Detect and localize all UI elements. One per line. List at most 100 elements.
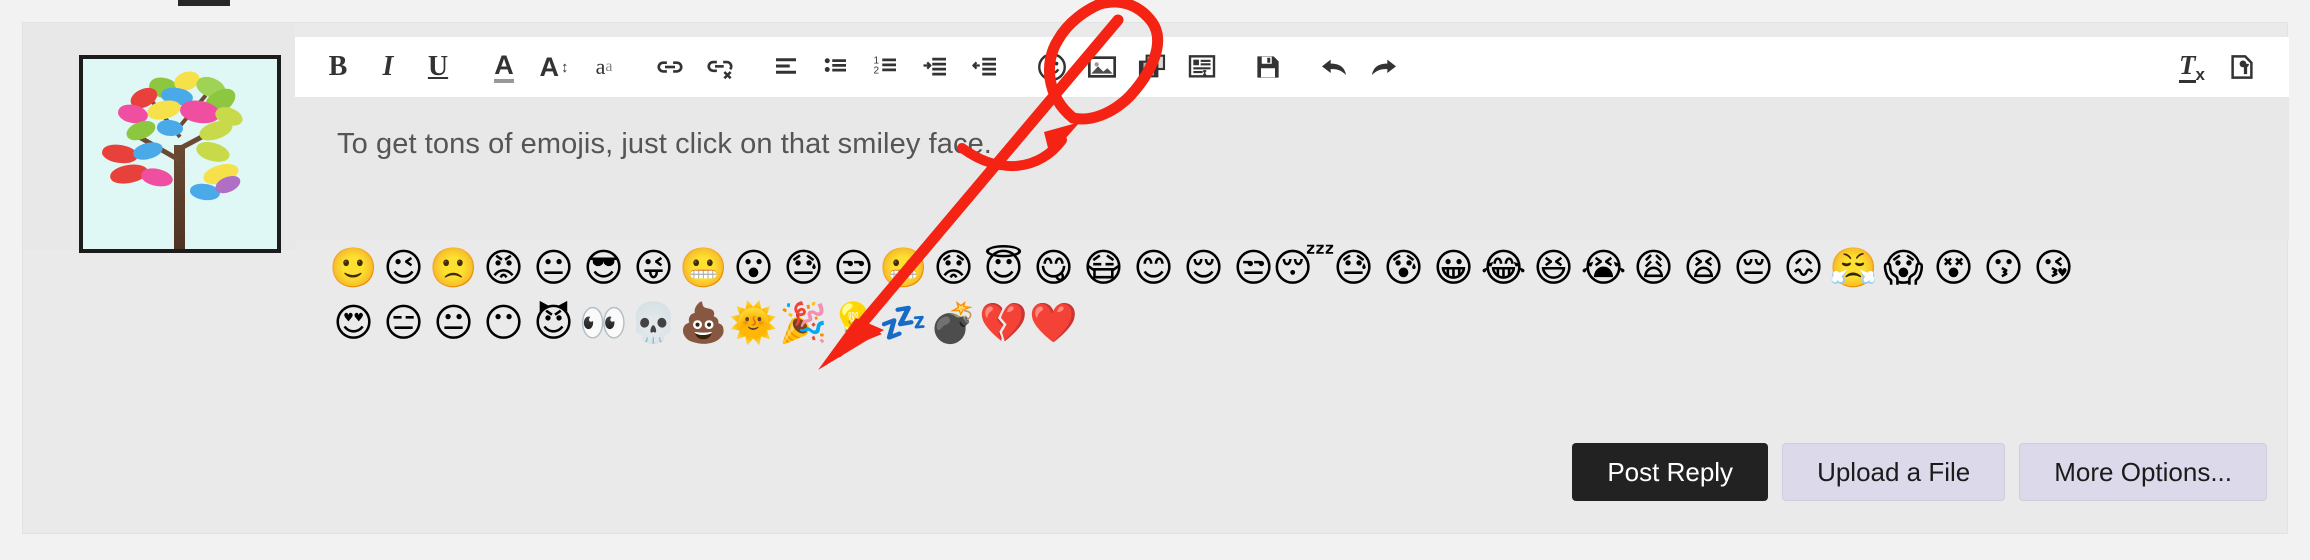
save-draft-button[interactable] bbox=[1243, 45, 1293, 89]
action-button-bar: Post Reply Upload a File More Options... bbox=[1572, 443, 2267, 501]
redo-button[interactable] bbox=[1359, 45, 1409, 89]
quote-icon bbox=[1188, 55, 1216, 78]
emoji-face-with-tongue-and-winking-eye[interactable]: 😜 bbox=[631, 244, 676, 294]
emoji-face-with-tears-of-joy[interactable]: 😂 bbox=[1481, 244, 1527, 294]
emoji-weary-face[interactable]: 😩 bbox=[1631, 244, 1676, 294]
emoji-face-screaming-in-fear[interactable]: 😱 bbox=[1881, 244, 1926, 294]
indent-button[interactable] bbox=[911, 45, 961, 89]
emoji-dizzy-face[interactable]: 😵 bbox=[1931, 244, 1976, 294]
editor-content-area[interactable]: To get tons of emojis, just click on tha… bbox=[295, 98, 2289, 241]
source-tools-icon bbox=[2231, 55, 2253, 79]
emoji-worried-face[interactable]: 😟 bbox=[931, 244, 976, 294]
font-color-button[interactable]: A bbox=[479, 45, 529, 89]
emoji-sun-with-face[interactable]: 🌞 bbox=[729, 299, 778, 349]
more-options-button[interactable]: More Options... bbox=[2019, 443, 2267, 501]
font-size-icon: A bbox=[539, 51, 560, 82]
image-button[interactable] bbox=[1077, 45, 1127, 89]
media-button[interactable] bbox=[1127, 45, 1177, 89]
emoji-party-popper[interactable]: 🎉 bbox=[779, 299, 828, 349]
emoji-smiling-face-with-heart-eyes[interactable]: 😍 bbox=[331, 299, 376, 349]
emoji-skull[interactable]: 💀 bbox=[629, 299, 678, 349]
media-icon bbox=[1138, 54, 1166, 78]
emoji-loudly-crying-face[interactable]: 😭 bbox=[1581, 244, 1627, 294]
indent-icon bbox=[923, 57, 946, 76]
emoji-face-with-open-mouth[interactable]: 😮 bbox=[731, 244, 776, 294]
emoji-relieved-face[interactable]: 😌 bbox=[1181, 244, 1226, 294]
emoji-bomb[interactable]: 💣 bbox=[929, 299, 978, 349]
bullet-list-icon bbox=[824, 58, 846, 72]
source-tools-button[interactable] bbox=[2217, 45, 2267, 89]
emoji-kissing-face[interactable]: 😗 bbox=[1981, 244, 2026, 294]
emoji-tired-face[interactable]: 😫 bbox=[1681, 244, 1726, 294]
clear-format-button[interactable]: T x bbox=[2167, 45, 2217, 89]
undo-button[interactable] bbox=[1309, 45, 1359, 89]
avatar bbox=[79, 55, 281, 253]
bullet-list-button[interactable] bbox=[811, 45, 861, 89]
emoji-zzz[interactable]: 💤 bbox=[879, 299, 928, 349]
text-case-button[interactable]: a a bbox=[579, 45, 629, 89]
link-button[interactable] bbox=[645, 45, 695, 89]
svg-text:2: 2 bbox=[874, 65, 880, 76]
emoji-face-without-mouth[interactable]: 😶 bbox=[481, 299, 526, 349]
image-icon bbox=[1088, 56, 1116, 78]
unlink-button[interactable] bbox=[695, 45, 745, 89]
emoji-face-with-cold-sweat[interactable]: 😓 bbox=[1331, 244, 1376, 294]
emoji-face-with-steam-from-nose[interactable]: 😤 bbox=[1829, 244, 1878, 294]
numbered-list-icon: 1 2 bbox=[874, 55, 896, 76]
italic-icon: I bbox=[382, 51, 394, 82]
underline-icon: U bbox=[427, 51, 449, 82]
emoji-eyes[interactable]: 👀 bbox=[579, 299, 628, 349]
emoji-confounded-face[interactable]: 😖 bbox=[1781, 244, 1826, 294]
redo-icon bbox=[1372, 59, 1396, 75]
emoji-smiling-face-with-sunglasses[interactable]: 😎 bbox=[581, 244, 626, 294]
underline-button[interactable]: U bbox=[413, 45, 463, 89]
emoji-face-savoring-food[interactable]: 😋 bbox=[1031, 244, 1076, 294]
avatar-column bbox=[23, 23, 295, 253]
emoji-smiling-face-with-horns[interactable]: 😈 bbox=[531, 299, 576, 349]
bold-icon: B bbox=[328, 51, 348, 82]
emoji-unamused-face-2[interactable]: 😒 bbox=[1231, 244, 1276, 294]
bold-button[interactable]: B bbox=[313, 45, 363, 89]
emoji-grinning-squinting-face[interactable]: 😆 bbox=[1531, 244, 1576, 294]
emoji-grimacing-face[interactable]: 😬 bbox=[679, 244, 728, 294]
tree-leaf bbox=[132, 139, 165, 162]
emoji-pouting-face[interactable]: 😡 bbox=[481, 244, 526, 294]
emoji-broken-heart[interactable]: 💔 bbox=[979, 299, 1028, 349]
emoji-smiling-face-with-smiling-eyes[interactable]: 😊 bbox=[1131, 244, 1176, 294]
font-size-button[interactable]: A ↕ bbox=[529, 45, 579, 89]
post-reply-button[interactable]: Post Reply bbox=[1572, 443, 1769, 501]
emoji-sleeping-face[interactable]: 😴 bbox=[1272, 244, 1335, 294]
emoji-pensive-face[interactable]: 😔 bbox=[1731, 244, 1776, 294]
emoji-slightly-frowning-face[interactable]: 🙁 bbox=[429, 244, 478, 294]
smiley-button[interactable] bbox=[1027, 45, 1077, 89]
upload-file-button[interactable]: Upload a File bbox=[1782, 443, 2006, 501]
emoji-winking-face[interactable]: 😉 bbox=[381, 244, 426, 294]
numbered-list-button[interactable]: 1 2 bbox=[861, 45, 911, 89]
emoji-neutral-face[interactable]: 😐 bbox=[531, 244, 576, 294]
emoji-unamused-face[interactable]: 😒 bbox=[831, 244, 876, 294]
unlink-icon bbox=[707, 60, 733, 80]
align-button[interactable] bbox=[761, 45, 811, 89]
top-tab-partial[interactable] bbox=[178, 0, 230, 6]
emoji-expressionless-face[interactable]: 😑 bbox=[381, 299, 426, 349]
emoji-face-blowing-a-kiss[interactable]: 😘 bbox=[2031, 244, 2076, 294]
smiley-icon bbox=[1038, 53, 1066, 81]
tree-leaf bbox=[139, 165, 175, 190]
emoji-row-2: 😍 😑 😐 😶 😈 👀 💀 💩 🌞 🎉 💡 💤 💣 💔 ❤️ bbox=[295, 296, 2289, 351]
emoji-pile-of-poo[interactable]: 💩 bbox=[679, 299, 728, 349]
avatar-image-tree bbox=[83, 59, 277, 249]
emoji-neutral-face-2[interactable]: 😐 bbox=[431, 299, 476, 349]
emoji-grimacing-face-2[interactable]: 😬 bbox=[879, 244, 928, 294]
outdent-button[interactable] bbox=[961, 45, 1011, 89]
emoji-slightly-smiling-face[interactable]: 🙂 bbox=[329, 244, 378, 294]
emoji-anxious-face-with-sweat[interactable]: 😰 bbox=[1381, 244, 1426, 294]
emoji-red-heart[interactable]: ❤️ bbox=[1029, 299, 1078, 349]
quote-button[interactable] bbox=[1177, 45, 1227, 89]
emoji-grinning-face[interactable]: 😀 bbox=[1431, 244, 1476, 294]
tree-leaf bbox=[193, 137, 232, 166]
emoji-downcast-face-with-sweat[interactable]: 😓 bbox=[781, 244, 826, 294]
emoji-smiling-face-with-halo[interactable]: 😇 bbox=[981, 244, 1026, 294]
italic-button[interactable]: I bbox=[363, 45, 413, 89]
emoji-light-bulb[interactable]: 💡 bbox=[829, 299, 878, 349]
emoji-face-with-medical-mask[interactable]: 😷 bbox=[1081, 244, 1126, 294]
